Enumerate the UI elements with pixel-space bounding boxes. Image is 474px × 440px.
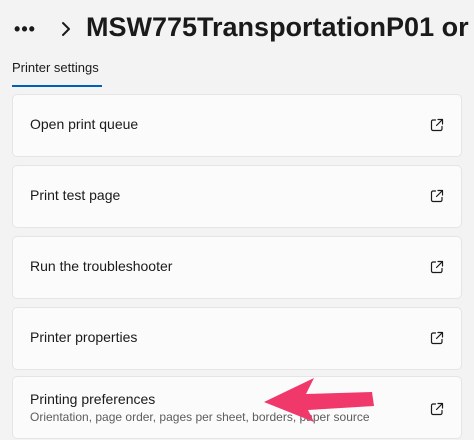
- tab-underline: [12, 85, 102, 87]
- ellipsis-icon: •••: [14, 18, 36, 39]
- card-label: Open print queue: [30, 116, 139, 132]
- external-link-icon: [430, 331, 444, 345]
- more-options-button[interactable]: •••: [10, 14, 40, 44]
- external-link-icon: [430, 118, 444, 132]
- page-title: MSW775TransportationP01 or: [86, 12, 469, 42]
- external-link-icon: [430, 260, 444, 274]
- printing-preferences-button[interactable]: Printing preferences Orientation, page o…: [12, 376, 462, 439]
- card-label: Printing preferences: [30, 391, 156, 407]
- card-description: Orientation, page order, pages per sheet…: [30, 410, 370, 424]
- card-label: Run the troubleshooter: [30, 258, 173, 274]
- page-header: ••• MSW775TransportationP01 or: [0, 0, 474, 58]
- external-link-icon: [430, 402, 444, 416]
- chevron-right-icon: [58, 17, 74, 41]
- card-label: Printer properties: [30, 329, 138, 345]
- external-link-icon: [430, 189, 444, 203]
- card-label: Print test page: [30, 187, 121, 203]
- open-print-queue-button[interactable]: Open print queue: [12, 94, 462, 157]
- printer-properties-button[interactable]: Printer properties: [12, 307, 462, 370]
- print-test-page-button[interactable]: Print test page: [12, 165, 462, 228]
- run-troubleshooter-button[interactable]: Run the troubleshooter: [12, 236, 462, 299]
- tab-printer-settings[interactable]: Printer settings: [12, 60, 99, 75]
